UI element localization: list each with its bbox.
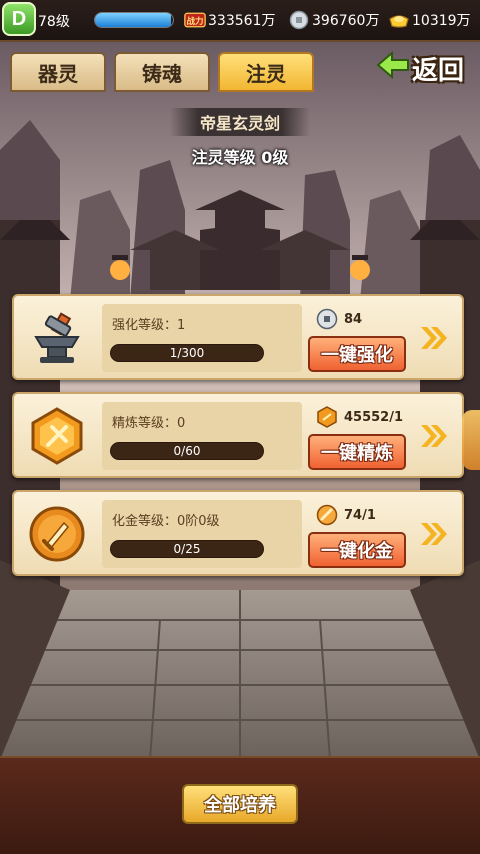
refine-info: 精炼等级：0 0/60 [102,402,302,470]
chevron-right-icon[interactable] [418,322,450,354]
refine-stone-small-icon [316,406,338,428]
train-all-button[interactable]: 全部培养 [182,784,298,824]
gold-sword-icon [316,504,338,526]
transmute-info: 化金等级：0阶0级 0/25 [102,500,302,568]
one-click-transmute-button[interactable]: 一键化金 [308,532,406,568]
strengthen-cost-value: 84 [344,311,363,327]
refine-stone-icon [24,403,90,469]
back-arrow-icon [376,50,410,86]
silver-currency: 396760万 [288,9,379,31]
strengthen-level: 强化等级：1 [112,318,186,333]
weapon-name: 帝星玄灵剑 [170,108,310,136]
strengthen-card: 强化等级：1 1/300 84 一键强化 [12,294,464,380]
strengthen-progress-bar: 1/300 [110,344,264,362]
tab-qiling[interactable]: 器灵 [10,52,106,92]
gold-value: 10319万 [412,13,471,29]
transmute-cost: 74/1 [316,504,376,526]
back-label: 返回 [411,55,464,86]
gold-currency: 10319万 [388,9,471,31]
player-level: 78级 [38,14,70,30]
player-avatar[interactable]: D [2,2,36,36]
transmute-level: 化金等级：0阶0级 [112,514,220,529]
strengthen-cost: 84 [316,308,362,330]
top-status-bar: D 78级 战力 333561万 396760万 10319万 [0,0,480,42]
combat-power-icon: 战力 [184,9,206,31]
tab-zhuling[interactable]: 注灵 [218,52,314,92]
transmute-card: 化金等级：0阶0级 0/25 74/1 一键化金 [12,490,464,576]
strengthen-info: 强化等级：1 1/300 [102,304,302,372]
chevron-right-icon[interactable] [418,518,450,550]
exp-bar-fill [95,13,171,27]
one-click-refine-button[interactable]: 一键精炼 [308,434,406,470]
refine-card: 精炼等级：0 0/60 45552/1 一键精炼 [12,392,464,478]
transmute-cost-value: 74/1 [344,507,376,523]
combat-power: 战力 333561万 [184,9,275,31]
anvil-icon [24,305,90,371]
refine-level: 精炼等级：0 [112,416,186,431]
transmute-progress-bar: 0/25 [110,540,264,558]
tab-zhuhun[interactable]: 铸魂 [114,52,210,92]
refine-progress-bar: 0/60 [110,442,264,460]
side-drawer-tab[interactable] [462,410,480,470]
back-button[interactable]: 返回 [370,46,470,90]
combat-power-value: 333561万 [208,13,276,29]
gold-ingot-icon [388,9,410,31]
refine-cost: 45552/1 [316,406,403,428]
spirit-level: 注灵等级 0级 [191,148,289,167]
refine-cost-value: 45552/1 [344,409,404,425]
exp-bar [94,12,174,28]
combat-label: 战力 [187,16,204,26]
silver-value: 396760万 [312,13,380,29]
one-click-strengthen-button[interactable]: 一键强化 [308,336,406,372]
coin-icon [316,308,338,330]
chevron-right-icon[interactable] [418,420,450,452]
silver-coin-icon [288,9,310,31]
sword-orb-icon [24,501,90,567]
